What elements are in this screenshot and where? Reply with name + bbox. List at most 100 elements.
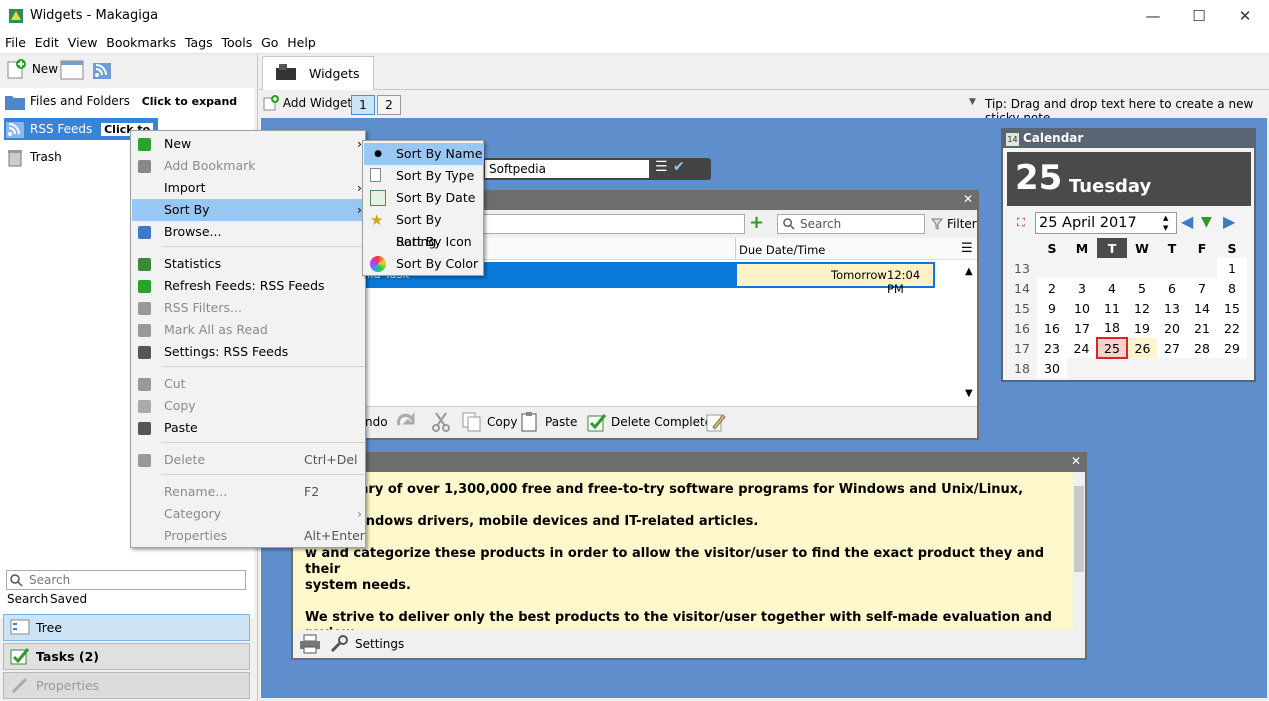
calendar-day[interactable]: 26 [1127,338,1157,358]
calendar-day[interactable]: 14 [1187,298,1217,318]
tree-search-input[interactable]: Search [6,570,246,590]
menu-file[interactable]: File [0,32,26,50]
calendar-day[interactable]: 2 [1037,278,1067,298]
widget-view-icon[interactable] [60,60,84,80]
saved-link[interactable]: Saved [50,592,87,606]
calendar-day[interactable]: 25 [1096,337,1128,359]
delete-completed-button[interactable]: Delete Completed [611,415,720,429]
calendar-day[interactable]: 11 [1097,298,1127,318]
scroll-up-icon[interactable]: ▲ [965,266,973,277]
add-task-icon[interactable]: + [749,212,764,233]
col-due-date[interactable]: Due Date/Time [739,243,825,257]
new-button[interactable]: New [6,58,58,84]
next-month-icon[interactable]: ▶ [1223,212,1235,231]
edit-pencil-icon[interactable] [705,411,727,433]
rss-icon[interactable] [92,62,112,80]
calendar-day[interactable]: 4 [1097,278,1127,298]
menu-item-sort-by-rating[interactable]: ★ Sort By Rating [364,209,484,249]
calendar-day[interactable]: 16 [1037,318,1067,338]
calendar-day[interactable]: 1 [1217,258,1247,278]
calendar-day[interactable]: 8 [1217,278,1247,298]
menu-item-refresh-feeds-rss-feeds[interactable]: Refresh Feeds: RSS Feeds [132,275,366,297]
menu-view[interactable]: View [63,32,98,50]
calendar-day[interactable]: 3 [1067,278,1097,298]
calendar-day[interactable]: 22 [1217,318,1247,338]
menu-edit[interactable]: Edit [30,32,59,50]
calendar-day[interactable]: 29 [1217,338,1247,358]
calendar-day[interactable]: 20 [1157,318,1187,338]
menu-item-paste[interactable]: Paste [132,417,366,439]
print-icon[interactable] [299,634,321,654]
menu-help[interactable]: Help [282,32,316,50]
spinner-down-icon[interactable]: ▼ [1163,224,1168,232]
nav-tree-button[interactable]: Tree [3,614,250,641]
calendar-day[interactable]: 28 [1187,338,1217,358]
page-2-button[interactable]: 2 [377,95,401,115]
menu-tags[interactable]: Tags [180,32,213,50]
note-settings-button[interactable]: Settings [355,637,404,651]
calendar-day[interactable]: 10 [1067,298,1097,318]
menu-item-sort-by-icon[interactable]: Sort By Icon [364,231,484,253]
menu-item-sort-by[interactable]: Sort By › [132,199,366,221]
task-search-input[interactable]: Search [777,214,925,234]
add-widget-button[interactable]: Add Widget [263,95,352,111]
columns-menu-icon[interactable]: ☰ [961,241,973,256]
nav-properties-button[interactable]: Properties [3,672,250,699]
note-text[interactable]: is a library of over 1,300,000 free and … [293,472,1073,657]
maximize-button[interactable]: ☐ [1176,0,1222,32]
redo-icon[interactable] [395,411,417,433]
calendar-day[interactable]: 12 [1127,298,1157,318]
calendar-day[interactable]: 23 [1037,338,1067,358]
calendar-day[interactable]: 13 [1157,298,1187,318]
menu-item-sort-by-date[interactable]: Sort By Date [364,187,484,209]
current-month-icon[interactable]: ▼ [1201,214,1212,230]
scroll-down-icon[interactable]: ▼ [965,388,973,399]
tasks-close-icon[interactable]: ✕ [963,192,973,206]
calendar-day[interactable]: 27 [1157,338,1187,358]
spinner-up-icon[interactable]: ▲ [1163,214,1168,222]
note-scrollbar[interactable] [1073,472,1085,630]
today-icon[interactable]: ⛶ [1017,216,1025,230]
close-button[interactable]: ✕ [1222,0,1268,32]
paste-button[interactable]: Paste [545,415,577,429]
tree-item-trash[interactable]: Trash [4,146,62,168]
menu-tools[interactable]: Tools [216,32,252,50]
menu-item-sort-by-color[interactable]: Sort By Color [364,253,484,275]
note-close-icon[interactable]: ✕ [1071,454,1081,468]
undo-button[interactable]: ndo [365,415,388,429]
menu-go[interactable]: Go [256,32,278,50]
calendar-day[interactable]: 9 [1037,298,1067,318]
page-1-button[interactable]: 1 [351,95,375,115]
search-widget-input[interactable]: Softpedia [485,160,649,178]
calendar-day[interactable]: 30 [1037,358,1067,378]
prev-month-icon[interactable]: ◀ [1181,212,1193,231]
calendar-day[interactable]: 5 [1127,278,1157,298]
menu-lines-icon[interactable]: ☰ [655,159,668,175]
menu-item-settings-rss-feeds[interactable]: Settings: RSS Feeds [132,341,366,363]
cut-icon[interactable] [431,411,451,433]
calendar-day[interactable]: 15 [1217,298,1247,318]
filter-button[interactable]: Filter [947,217,977,231]
calendar-day[interactable]: 19 [1127,318,1157,338]
menu-item-sort-by-name[interactable]: ● Sort By Name [364,143,484,165]
search-link[interactable]: Search [7,592,48,606]
menu-item-sort-by-type[interactable]: Sort By Type [364,165,484,187]
calendar-day[interactable]: 17 [1067,318,1097,338]
nav-tasks-button[interactable]: Tasks (2) [3,643,250,670]
note-scroll-thumb[interactable] [1074,486,1084,572]
calendar-day[interactable]: 6 [1157,278,1187,298]
menu-bookmarks[interactable]: Bookmarks [101,32,176,50]
menu-item-import[interactable]: Import › [132,177,366,199]
checkmark-icon[interactable]: ✔ [673,159,685,175]
calendar-day[interactable]: 21 [1187,318,1217,338]
calendar-day[interactable]: 24 [1067,338,1097,358]
minimize-button[interactable]: — [1130,0,1176,32]
menu-item-new[interactable]: New › [132,133,366,155]
date-spinner-input[interactable]: 25 April 2017 [1035,212,1177,234]
calendar-day[interactable]: 7 [1187,278,1217,298]
menu-item-statistics[interactable]: Statistics [132,253,366,275]
menu-item-browse[interactable]: Browse... [132,221,366,243]
tree-item-files-and-folders[interactable]: Files and Folders Click to expand [4,90,237,112]
copy-button[interactable]: Copy [487,415,517,429]
calendar-day[interactable]: 18 [1097,318,1127,338]
